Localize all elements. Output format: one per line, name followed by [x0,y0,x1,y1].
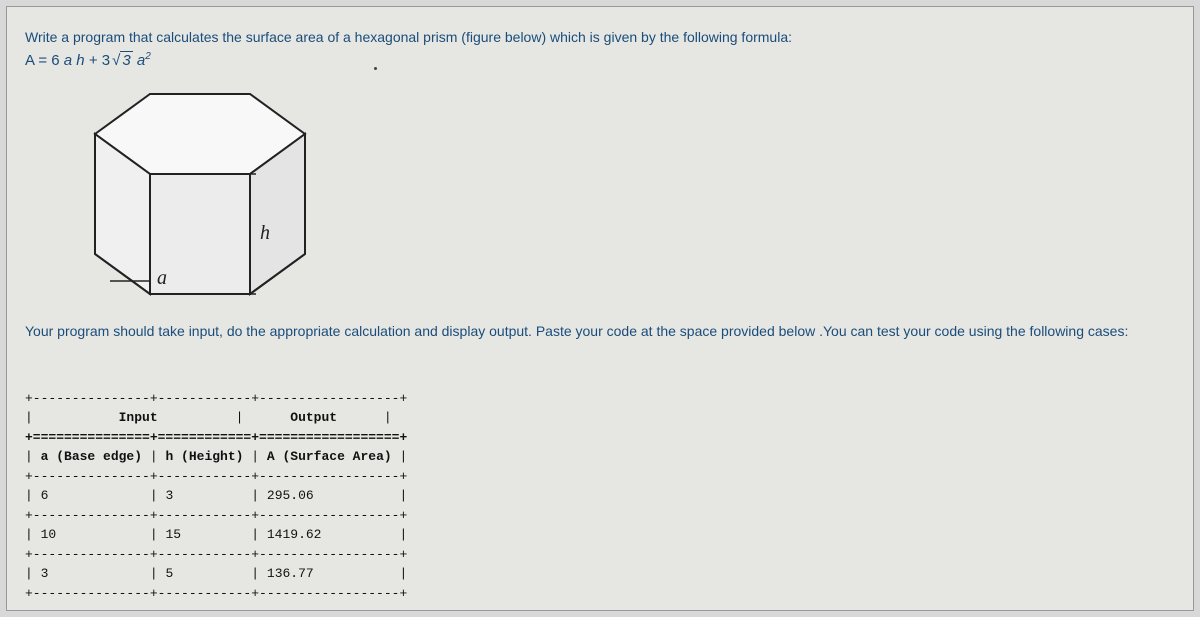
hexagonal-prism-figure: h a [55,79,1175,309]
prompt-text-1: Write a program that calculates the surf… [25,29,1175,45]
figure-label-h: h [260,222,270,244]
figure-label-a: a [157,267,167,289]
question-container: Write a program that calculates the surf… [6,6,1194,611]
formula: A = 6 a h + 33 a2 [25,51,1175,69]
test-cases-table: +---------------+------------+----------… [25,369,1175,603]
prompt-text-2: Your program should take input, do the a… [25,323,1175,339]
stray-dot [374,67,377,70]
